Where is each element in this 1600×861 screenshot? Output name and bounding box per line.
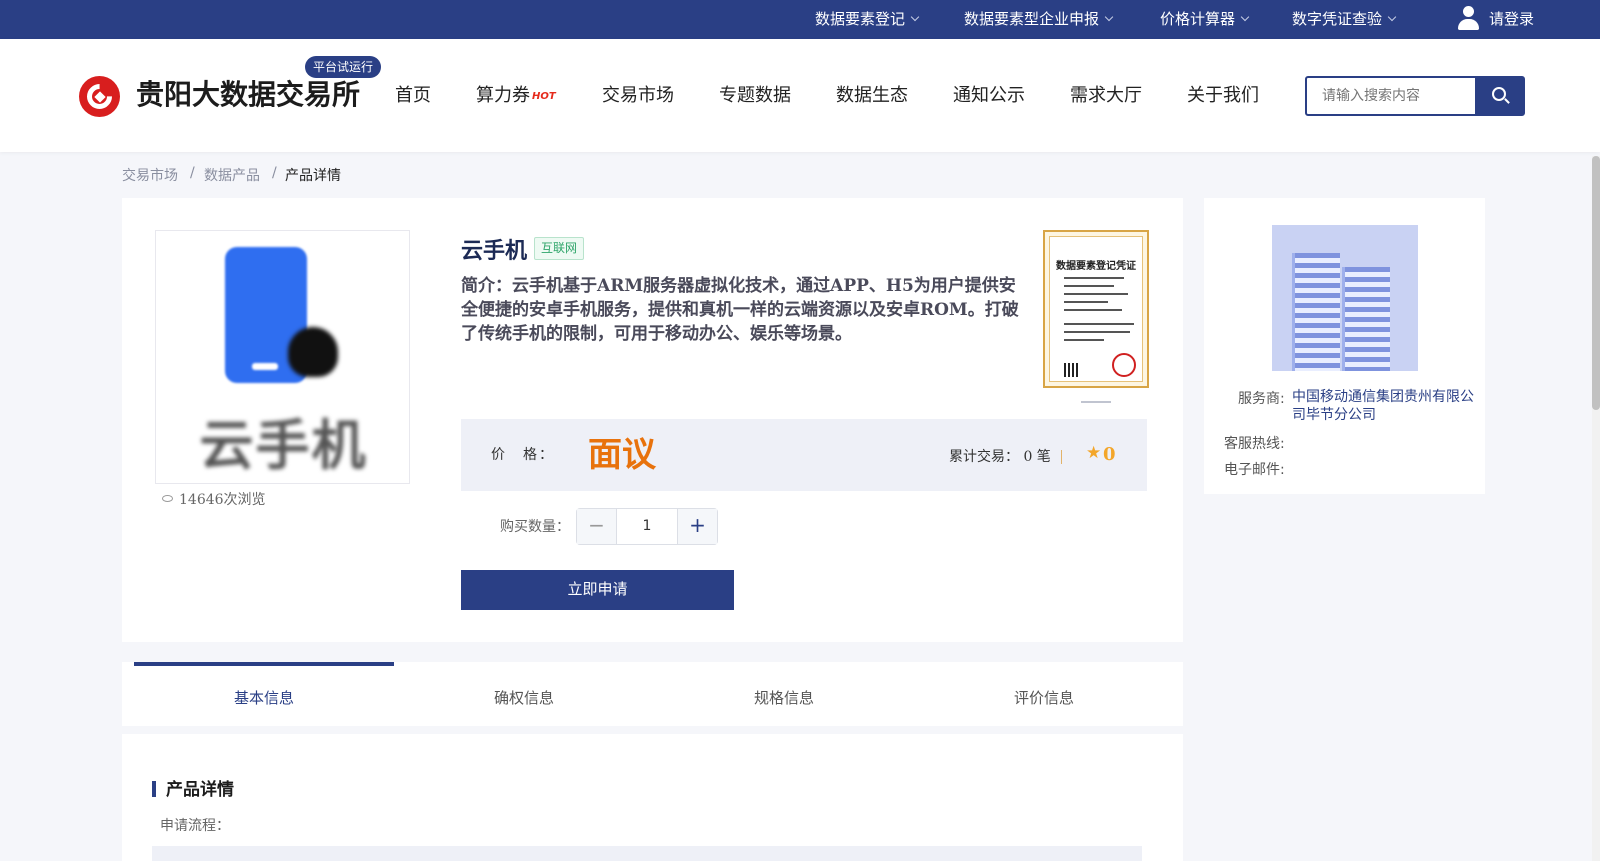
trade-count-value: 0 笔 (1023, 449, 1051, 465)
breadcrumb-current: 产品详情 (285, 168, 341, 184)
certificate-title: 数据要素登记凭证 (1056, 261, 1136, 272)
tab-review-info[interactable]: 评价信息 (914, 662, 1174, 726)
decrease-button[interactable]: − (577, 509, 617, 544)
price-label: 价 格： (491, 447, 555, 463)
nav-item-notices[interactable]: 通知公示 (953, 39, 1025, 152)
thumbnail-text: 云手机 (199, 414, 368, 477)
carousel-indicator[interactable] (1081, 401, 1111, 403)
quantity-label: 购买数量： (500, 519, 570, 535)
product-thumbnail: 云手机 (155, 230, 410, 484)
view-count: 14646次浏览 (162, 489, 266, 509)
cloud-icon (288, 327, 338, 377)
price-value: 面议 (588, 435, 656, 475)
login-link[interactable]: 请登录 (1489, 0, 1534, 39)
detail-title: 产品详情 (166, 780, 234, 800)
application-process-label: 申请流程： (160, 818, 230, 834)
hot-badge: HOT (532, 91, 556, 102)
process-panel (152, 846, 1142, 861)
price-panel: 价 格： 面议 累计交易： 0 笔 ★ 0 (461, 419, 1147, 491)
nav-item-home[interactable]: 首页 (395, 39, 431, 152)
hotline-label: 客服热线: (1224, 436, 1285, 452)
quantity-stepper: − 1 + (576, 508, 718, 545)
topbar-link-label: 数据要素登记 (815, 10, 906, 28)
qr-code-icon (1064, 363, 1078, 377)
search-input[interactable] (1307, 78, 1477, 114)
eye-icon (162, 495, 173, 502)
apply-now-button[interactable]: 立即申请 (461, 570, 734, 610)
topbar-link-data-registration[interactable]: 数据要素登记 (815, 0, 920, 39)
breadcrumb-data-products[interactable]: 数据产品 (204, 165, 260, 185)
chevron-down-icon (1387, 12, 1397, 22)
trade-count-label: 累计交易： (949, 449, 1019, 465)
detail-tabs: 基本信息 确权信息 规格信息 评价信息 (122, 662, 1183, 726)
tab-spec-info[interactable]: 规格信息 (654, 662, 914, 726)
category-tag: 互联网 (534, 237, 585, 260)
tab-rights-info[interactable]: 确权信息 (394, 662, 654, 726)
seal-icon (1112, 353, 1136, 377)
topbar-link-price-calculator[interactable]: 价格计算器 (1160, 0, 1250, 39)
search-box (1305, 76, 1525, 116)
rating-value: 0 (1103, 444, 1116, 465)
chevron-down-icon (910, 12, 920, 22)
product-description: 简介：云手机基于ARM服务器虚拟化技术，通过APP、H5为用户提供安全便捷的安卓… (461, 276, 1019, 344)
topbar-link-label: 价格计算器 (1160, 10, 1236, 28)
main-header: 贵阳大数据交易所 平台试运行 首页 算力券 HOT 交易市场 专题数据 数据生态… (0, 39, 1600, 152)
service-provider-name[interactable]: 中国移动通信集团贵州有限公司毕节分公司 (1292, 388, 1477, 424)
section-marker (152, 781, 156, 797)
trial-badge: 平台试运行 (305, 56, 382, 78)
nav-item-demand-hall[interactable]: 需求大厅 (1070, 39, 1142, 152)
top-bar: 数据要素登记 数据要素型企业申报 价格计算器 数字凭证查验 请登录 (0, 0, 1600, 39)
quantity-value[interactable]: 1 (617, 509, 677, 544)
topbar-link-certificate-check[interactable]: 数字凭证查验 (1292, 0, 1397, 39)
service-provider-label: 服务商: (1238, 391, 1285, 407)
scrollbar-thumb[interactable] (1592, 156, 1600, 410)
chevron-down-icon (1104, 12, 1114, 22)
nav-item-market[interactable]: 交易市场 (602, 39, 674, 152)
breadcrumb-market[interactable]: 交易市场 (122, 165, 178, 185)
product-title: 云手机 (461, 239, 528, 264)
star-icon: ★ (1086, 443, 1102, 463)
trade-count: 累计交易： 0 笔 (949, 419, 1051, 495)
topbar-link-label: 数据要素型企业申报 (964, 10, 1100, 28)
brand-name[interactable]: 贵阳大数据交易所 (136, 73, 360, 113)
topbar-link-enterprise-declare[interactable]: 数据要素型企业申报 (964, 0, 1114, 39)
building-icon (1272, 225, 1418, 371)
user-icon[interactable] (1456, 6, 1480, 32)
registration-certificate[interactable]: 数据要素登记凭证 (1043, 230, 1149, 388)
nav-item-topic-data[interactable]: 专题数据 (719, 39, 791, 152)
breadcrumb-separator: / (190, 165, 195, 181)
product-detail-section (122, 734, 1183, 861)
brand-logo-icon[interactable] (79, 76, 120, 117)
increase-button[interactable]: + (677, 509, 717, 544)
nav-item-compute-voucher[interactable]: 算力券 (476, 39, 530, 152)
tab-basic-info[interactable]: 基本信息 (134, 662, 394, 726)
chevron-down-icon (1240, 12, 1250, 22)
breadcrumb-separator: / (272, 165, 277, 181)
page-scrollbar[interactable] (1592, 156, 1600, 861)
nav-item-ecosystem[interactable]: 数据生态 (836, 39, 908, 152)
topbar-link-label: 数字凭证查验 (1292, 10, 1383, 28)
search-button[interactable] (1475, 78, 1523, 114)
email-label: 电子邮件: (1224, 462, 1285, 478)
divider (1061, 450, 1062, 464)
view-count-text: 14646次浏览 (179, 492, 266, 508)
nav-item-about[interactable]: 关于我们 (1187, 39, 1259, 152)
